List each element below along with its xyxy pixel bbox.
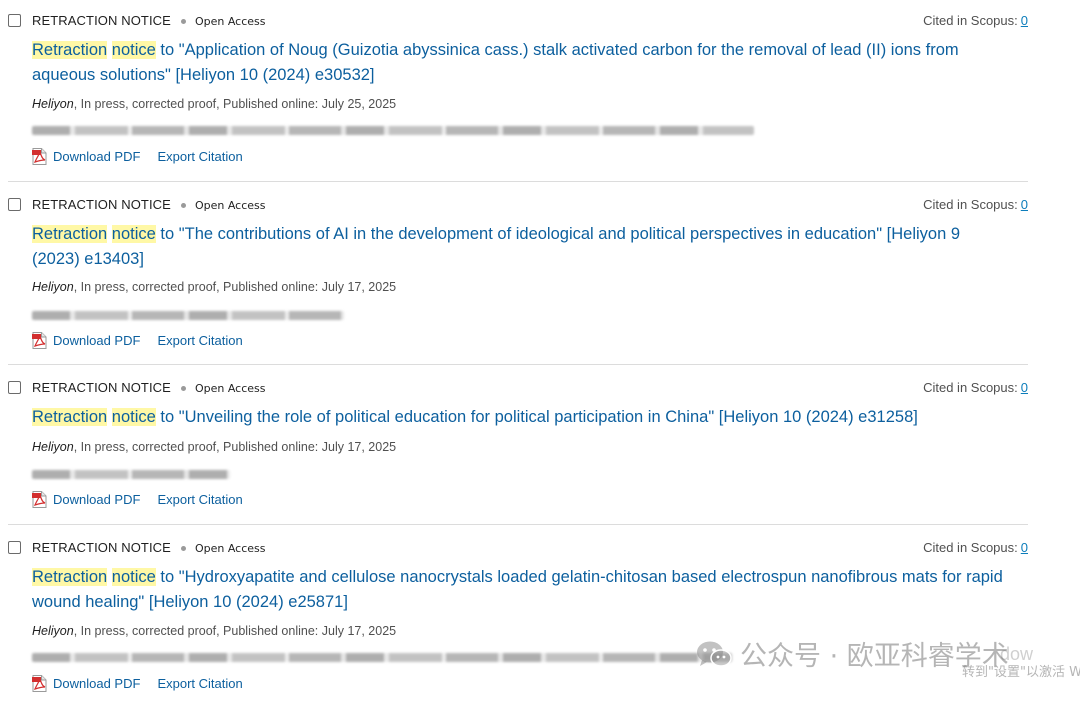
highlight-term: notice xyxy=(111,41,156,59)
cited-count-link[interactable]: 0 xyxy=(1021,380,1028,395)
highlight-term: notice xyxy=(111,568,156,586)
authors-redacted xyxy=(32,470,230,479)
cited-count-link[interactable]: 0 xyxy=(1021,197,1028,212)
authors-redacted xyxy=(32,311,344,320)
pdf-icon xyxy=(32,332,47,349)
publication-status: , In press, corrected proof, Published o… xyxy=(73,624,397,638)
download-pdf-link[interactable]: Download PDF xyxy=(53,149,140,164)
separator-dot xyxy=(180,18,186,24)
download-pdf-link[interactable]: Download PDF xyxy=(53,676,140,691)
pdf-icon xyxy=(32,148,47,165)
download-pdf-link[interactable]: Download PDF xyxy=(53,333,140,348)
title-text: to "Application of Noug (Guizotia abyssi… xyxy=(32,41,959,84)
cited-in-scopus: Cited in Scopus: 0 xyxy=(923,380,1028,396)
select-result-checkbox[interactable] xyxy=(8,381,21,394)
highlight-term: Retraction xyxy=(32,225,108,243)
result-title-link[interactable]: Retraction notice to "Unveiling the role… xyxy=(32,405,1007,430)
export-citation-link[interactable]: Export Citation xyxy=(157,676,242,691)
publication-status: , In press, corrected proof, Published o… xyxy=(73,97,397,111)
result-title-link[interactable]: Retraction notice to "Hydroxyapatite and… xyxy=(32,565,1007,614)
pdf-icon xyxy=(32,491,47,508)
wechat-icon xyxy=(696,640,732,679)
cited-label: Cited in Scopus: xyxy=(923,197,1018,212)
publication-status: , In press, corrected proof, Published o… xyxy=(73,280,397,294)
highlight-term: Retraction xyxy=(32,568,108,586)
result-title-link[interactable]: Retraction notice to "The contributions … xyxy=(32,222,1007,271)
highlight-term: Retraction xyxy=(32,408,108,426)
result-actions: Download PDF Export Citation xyxy=(32,148,243,165)
highlight-term: notice xyxy=(111,408,156,426)
cited-in-scopus: Cited in Scopus: 0 xyxy=(923,13,1028,29)
separator-dot xyxy=(180,385,186,391)
cited-count-link[interactable]: 0 xyxy=(1021,13,1028,28)
cited-in-scopus: Cited in Scopus: 0 xyxy=(923,540,1028,556)
cited-label: Cited in Scopus: xyxy=(923,380,1018,395)
authors-redacted xyxy=(32,653,732,662)
title-text: to "Unveiling the role of political educ… xyxy=(155,408,918,426)
open-access-label: Open Access xyxy=(194,15,266,28)
pdf-icon xyxy=(32,675,47,692)
document-type: RETRACTION NOTICE xyxy=(32,540,171,555)
journal-name: Heliyon xyxy=(32,280,74,294)
journal-name: Heliyon xyxy=(32,97,74,111)
select-result-checkbox[interactable] xyxy=(8,541,21,554)
result-actions: Download PDF Export Citation xyxy=(32,491,243,508)
result-meta: RETRACTION NOTICE Open Access xyxy=(32,13,265,30)
highlight-term: Retraction xyxy=(32,41,108,59)
export-citation-link[interactable]: Export Citation xyxy=(157,333,242,348)
result-source: Heliyon, In press, corrected proof, Publ… xyxy=(32,96,396,112)
separator-dot xyxy=(180,545,186,551)
cited-in-scopus: Cited in Scopus: 0 xyxy=(923,197,1028,213)
cited-label: Cited in Scopus: xyxy=(923,13,1018,28)
export-citation-link[interactable]: Export Citation xyxy=(157,149,242,164)
download-pdf-link[interactable]: Download PDF xyxy=(53,492,140,507)
document-type: RETRACTION NOTICE xyxy=(32,197,171,212)
os-activation-hint: 转到"设置"以激活 W xyxy=(962,665,1080,680)
journal-name: Heliyon xyxy=(32,624,74,638)
result-divider xyxy=(8,364,1028,365)
result-actions: Download PDF Export Citation xyxy=(32,332,243,349)
open-access-label: Open Access xyxy=(194,542,266,555)
result-source: Heliyon, In press, corrected proof, Publ… xyxy=(32,279,396,295)
export-citation-link[interactable]: Export Citation xyxy=(157,492,242,507)
result-divider xyxy=(8,181,1028,182)
open-access-label: Open Access xyxy=(194,382,266,395)
result-source: Heliyon, In press, corrected proof, Publ… xyxy=(32,623,396,639)
result-meta: RETRACTION NOTICE Open Access xyxy=(32,197,265,214)
separator-dot xyxy=(180,202,186,208)
select-result-checkbox[interactable] xyxy=(8,198,21,211)
result-meta: RETRACTION NOTICE Open Access xyxy=(32,380,265,397)
result-actions: Download PDF Export Citation xyxy=(32,675,243,692)
cited-label: Cited in Scopus: xyxy=(923,540,1018,555)
result-title-link[interactable]: Retraction notice to "Application of Nou… xyxy=(32,38,1007,87)
result-divider xyxy=(8,524,1028,525)
title-text: to "Hydroxyapatite and cellulose nanocry… xyxy=(32,568,1003,611)
highlight-term: notice xyxy=(111,225,156,243)
open-access-label: Open Access xyxy=(194,199,266,212)
authors-redacted xyxy=(32,126,754,135)
result-source: Heliyon, In press, corrected proof, Publ… xyxy=(32,439,396,455)
result-meta: RETRACTION NOTICE Open Access xyxy=(32,540,265,557)
publication-status: , In press, corrected proof, Published o… xyxy=(73,440,397,454)
document-type: RETRACTION NOTICE xyxy=(32,13,171,28)
select-result-checkbox[interactable] xyxy=(8,14,21,27)
journal-name: Heliyon xyxy=(32,440,74,454)
document-type: RETRACTION NOTICE xyxy=(32,380,171,395)
title-text: to "The contributions of AI in the devel… xyxy=(32,225,961,268)
cited-count-link[interactable]: 0 xyxy=(1021,540,1028,555)
